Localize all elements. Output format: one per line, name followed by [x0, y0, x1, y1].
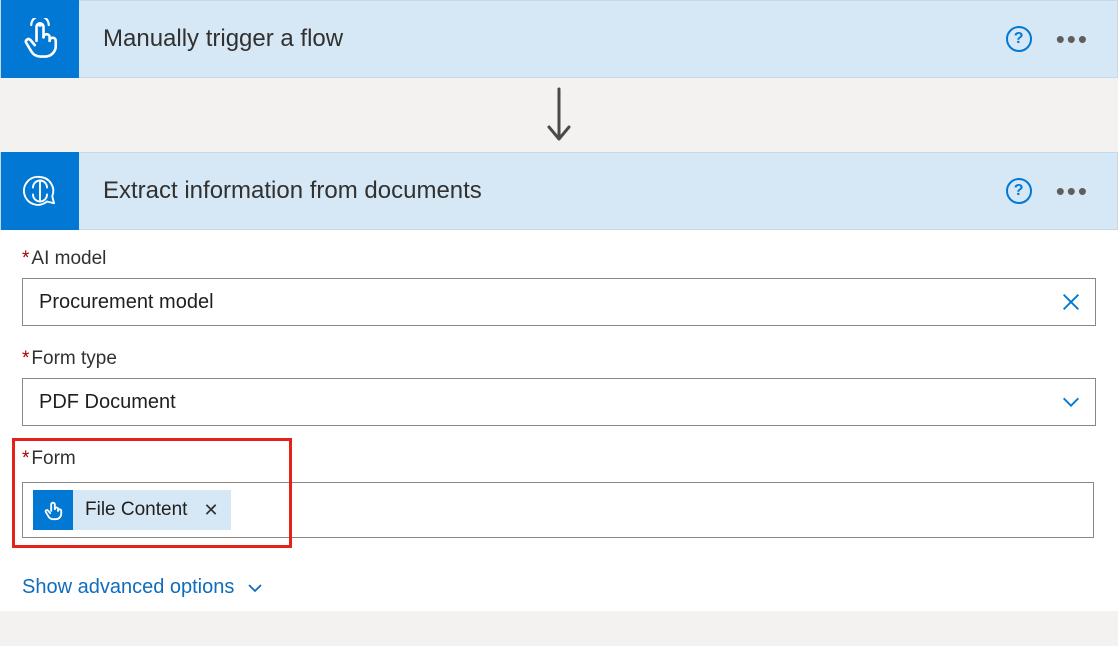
chevron-down-icon[interactable]	[1047, 378, 1095, 426]
trigger-icon-box	[1, 0, 79, 78]
clear-icon[interactable]	[1047, 278, 1095, 326]
help-icon[interactable]: ?	[1006, 178, 1032, 204]
arrow-down-icon	[545, 87, 573, 143]
connector-arrow	[0, 78, 1118, 152]
action-actions: ? •••	[1006, 178, 1117, 204]
advanced-link-text: Show advanced options	[22, 576, 234, 599]
trigger-title: Manually trigger a flow	[79, 25, 1006, 53]
form-type-value: PDF Document	[23, 391, 1047, 414]
field-label: *AI model	[22, 248, 1096, 270]
form-type-select[interactable]: PDF Document	[22, 378, 1096, 426]
ai-builder-icon	[19, 170, 61, 212]
chevron-down-icon	[246, 579, 264, 597]
action-body: *AI model Procurement model *Form type P…	[0, 230, 1118, 611]
token-label: File Content	[73, 499, 199, 521]
field-ai-model: *AI model Procurement model	[22, 248, 1096, 326]
trigger-actions: ? •••	[1006, 26, 1117, 52]
dynamic-content-token[interactable]: File Content ✕	[33, 490, 231, 530]
more-menu-icon[interactable]: •••	[1056, 26, 1089, 52]
manual-trigger-icon	[19, 18, 61, 60]
form-token-input[interactable]: File Content ✕	[22, 482, 1094, 538]
show-advanced-options-link[interactable]: Show advanced options	[22, 568, 264, 599]
form-type-label-text: Form type	[31, 348, 117, 369]
action-step-header[interactable]: Extract information from documents ? •••	[0, 152, 1118, 230]
ai-model-label-text: AI model	[31, 248, 106, 269]
form-label-text: Form	[31, 448, 75, 469]
token-remove-icon[interactable]: ✕	[199, 500, 230, 521]
flow-designer: Manually trigger a flow ? ••• Extract in…	[0, 0, 1118, 611]
ai-model-value: Procurement model	[23, 291, 1047, 314]
help-icon[interactable]: ?	[1006, 26, 1032, 52]
action-title: Extract information from documents	[79, 177, 1006, 205]
field-label: *Form type	[22, 348, 1096, 370]
action-icon-box	[1, 152, 79, 230]
more-menu-icon[interactable]: •••	[1056, 178, 1089, 204]
field-label: *Form	[22, 448, 76, 470]
field-form-wrapper: *Form File Content ✕	[22, 448, 1096, 548]
trigger-step-header[interactable]: Manually trigger a flow ? •••	[0, 0, 1118, 78]
field-form-type: *Form type PDF Document	[22, 348, 1096, 426]
ai-model-input[interactable]: Procurement model	[22, 278, 1096, 326]
manual-trigger-icon	[33, 490, 73, 530]
